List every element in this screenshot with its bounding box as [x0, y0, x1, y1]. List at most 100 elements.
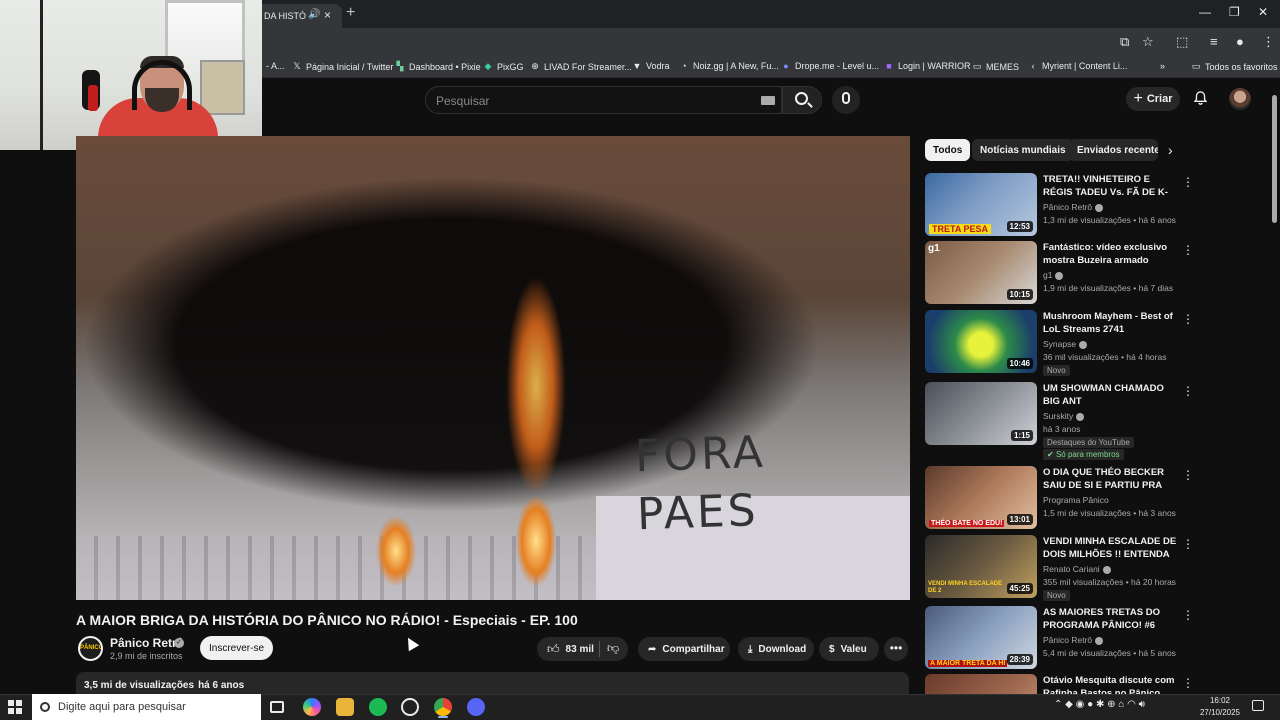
- recommendation-title[interactable]: VENDI MINHA ESCALADE DE DOIS MILHÕES !! …: [1043, 535, 1178, 561]
- system-tray[interactable]: ⌃ ◆ ◉ ● ✱ ⊕ ⌂ ◠ 🔊︎: [1054, 699, 1145, 710]
- video-thumbnail[interactable]: [925, 674, 1037, 694]
- bookmark-star-icon[interactable]: ☆: [1142, 34, 1154, 50]
- recommendation-menu-icon[interactable]: ⋮: [1182, 537, 1194, 551]
- video-thumbnail[interactable]: g1 10:15: [925, 241, 1037, 304]
- bookmark-item[interactable]: ‹ Myrient | Content Li...: [1028, 61, 1128, 71]
- chip-world-news[interactable]: Notícias mundiais: [972, 139, 1074, 161]
- recommendation-title[interactable]: TRETA!! VINHETEIRO E RÉGIS TADEU Vs. FÃ …: [1043, 173, 1178, 199]
- bookmark-item[interactable]: - A...: [266, 61, 285, 71]
- bookmark-item[interactable]: 𝕏 Página Inicial / Twitter: [292, 61, 393, 72]
- bookmark-item[interactable]: ▚ Dashboard • Pixie: [395, 61, 481, 72]
- recommendation-item[interactable]: 1:15 UM SHOWMAN CHAMADO BIG ANT Surskity…: [924, 382, 1194, 460]
- tray-app-icon[interactable]: ◆ ◉ ● ✱ ⊕ ⌂: [1065, 699, 1124, 710]
- video-thumbnail[interactable]: 1:15: [925, 382, 1037, 445]
- video-thumbnail[interactable]: A MAIOR TRETA DA HI 28:39: [925, 606, 1037, 669]
- chip-all[interactable]: Todos: [925, 139, 971, 161]
- bookmark-item[interactable]: ▼ Vodra: [632, 61, 670, 71]
- discord-icon[interactable]: [467, 698, 485, 716]
- obs-icon[interactable]: [401, 698, 419, 716]
- close-window-icon[interactable]: ✕: [1258, 5, 1268, 19]
- recommendation-channel[interactable]: Pânico Retrô: [1043, 202, 1104, 212]
- keyboard-icon[interactable]: [761, 96, 775, 105]
- scrollbar-thumb[interactable]: [1272, 95, 1277, 223]
- new-tab-button[interactable]: +: [346, 4, 355, 22]
- tab-close-icon[interactable]: ×: [324, 8, 331, 22]
- recommendation-item[interactable]: TRETA PESA 12:53 TRETA!! VINHETEIRO E RÉ…: [924, 173, 1194, 239]
- recommendation-menu-icon[interactable]: ⋮: [1182, 468, 1194, 482]
- video-thumbnail[interactable]: THÉO BATE NO EDU! 13:01: [925, 466, 1037, 529]
- install-app-icon[interactable]: ⧉: [1120, 34, 1129, 50]
- recommendation-menu-icon[interactable]: ⋮: [1182, 384, 1194, 398]
- recommendation-title[interactable]: Fantástico: vídeo exclusivo mostra Buzei…: [1043, 241, 1178, 267]
- recommendation-title[interactable]: Otávio Mesquita discute com Rafinha Bast…: [1043, 674, 1178, 694]
- recommendation-menu-icon[interactable]: ⋮: [1182, 676, 1194, 690]
- recommendation-item[interactable]: Otávio Mesquita discute com Rafinha Bast…: [924, 674, 1194, 694]
- video-thumbnail[interactable]: TRETA PESA 12:53: [925, 173, 1037, 236]
- thanks-button[interactable]: $ Valeu: [819, 637, 879, 661]
- recommendation-channel[interactable]: Programa Pânico: [1043, 495, 1109, 505]
- bookmark-item[interactable]: ◆ PixGG: [483, 61, 524, 72]
- bookmark-item[interactable]: ⊕ LIVAD For Streamer...: [530, 61, 632, 72]
- download-button[interactable]: ⤓ Download: [738, 637, 814, 661]
- channel-avatar[interactable]: PÂNICO: [78, 636, 103, 661]
- clock-date[interactable]: 27/10/2025: [1196, 708, 1244, 717]
- video-thumbnail[interactable]: VENDI MINHA ESCALADE DE 2 45:25: [925, 535, 1037, 598]
- recommendation-channel[interactable]: g1: [1043, 270, 1064, 280]
- recommendation-menu-icon[interactable]: ⋮: [1182, 312, 1194, 326]
- reading-list-icon[interactable]: ≡: [1210, 34, 1218, 49]
- spotify-icon[interactable]: [369, 698, 387, 716]
- bookmark-item[interactable]: ■ Login | WARRIOR: [884, 61, 970, 71]
- search-box[interactable]: [425, 86, 782, 114]
- recommendation-title[interactable]: O DIA QUE THÉO BECKER SAIU DE SI E PARTI…: [1043, 466, 1178, 492]
- minimize-window-icon[interactable]: —: [1199, 5, 1211, 19]
- recommendation-menu-icon[interactable]: ⋮: [1182, 243, 1194, 257]
- all-bookmarks-button[interactable]: ▭ Todos os favoritos: [1191, 61, 1278, 72]
- recommendation-channel[interactable]: Pânico Retrô: [1043, 635, 1104, 645]
- tab-audio-icon[interactable]: 🔊: [308, 9, 320, 20]
- volume-icon[interactable]: 🔊︎: [1139, 699, 1145, 710]
- bookmarks-overflow-icon[interactable]: »: [1160, 61, 1165, 71]
- recommendation-menu-icon[interactable]: ⋮: [1182, 175, 1194, 189]
- recommendation-channel[interactable]: Surskity: [1043, 411, 1085, 421]
- browser-menu-icon[interactable]: ⋮: [1262, 34, 1275, 50]
- wifi-icon[interactable]: ◠: [1127, 699, 1136, 710]
- tray-overflow-icon[interactable]: ⌃: [1054, 699, 1062, 710]
- recommendation-item[interactable]: VENDI MINHA ESCALADE DE 2 45:25 VENDI MI…: [924, 535, 1194, 601]
- recommendation-title[interactable]: Mushroom Mayhem - Best of LoL Streams 27…: [1043, 310, 1178, 336]
- profile-avatar-icon[interactable]: ●: [1236, 34, 1244, 49]
- recommendation-channel[interactable]: Renato Cariani: [1043, 564, 1111, 574]
- recommendation-item[interactable]: THÉO BATE NO EDU! 13:01 O DIA QUE THÉO B…: [924, 466, 1194, 532]
- task-view-icon[interactable]: [270, 701, 284, 713]
- notification-center-icon[interactable]: [1252, 700, 1264, 711]
- recommendation-channel[interactable]: Synapse: [1043, 339, 1088, 349]
- notifications-bell-icon[interactable]: [1193, 90, 1208, 106]
- more-actions-icon[interactable]: •••: [884, 637, 908, 661]
- copilot-icon[interactable]: [303, 698, 321, 716]
- restore-window-icon[interactable]: ❐: [1229, 5, 1240, 19]
- clock-time[interactable]: 16:02: [1200, 696, 1240, 705]
- chip-recently-uploaded[interactable]: Enviados recentem: [1069, 139, 1158, 161]
- extensions-icon[interactable]: ⬚: [1176, 34, 1188, 50]
- search-input[interactable]: [434, 91, 744, 111]
- chevron-right-icon[interactable]: ›: [1168, 142, 1173, 158]
- taskbar-search[interactable]: Digite aqui para pesquisar: [32, 694, 261, 720]
- windows-start-icon[interactable]: [8, 700, 22, 714]
- like-button[interactable]: 👍︎ 83 mil: [547, 642, 594, 657]
- bookmark-item[interactable]: ◔ Noiz.gg | A New, Fu...: [679, 61, 779, 71]
- recommendation-item[interactable]: 10:46 Mushroom Mayhem - Best of LoL Stre…: [924, 310, 1194, 376]
- recommendation-item[interactable]: g1 10:15 Fantástico: vídeo exclusivo mos…: [924, 241, 1194, 307]
- recommendation-title[interactable]: AS MAIORES TRETAS DO PROGRAMA PÂNICO! #6: [1043, 606, 1178, 632]
- video-thumbnail[interactable]: 10:46: [925, 310, 1037, 373]
- account-avatar[interactable]: [1229, 88, 1251, 110]
- recommendation-title[interactable]: UM SHOWMAN CHAMADO BIG ANT: [1043, 382, 1178, 408]
- video-frame[interactable]: FORA PAES: [76, 136, 910, 600]
- create-button[interactable]: + Criar: [1126, 87, 1180, 111]
- recommendation-item[interactable]: A MAIOR TRETA DA HI 28:39 AS MAIORES TRE…: [924, 606, 1194, 672]
- file-explorer-icon[interactable]: [336, 698, 354, 716]
- voice-search-button[interactable]: [832, 86, 860, 114]
- search-button[interactable]: [782, 86, 822, 114]
- share-button[interactable]: ➦ Compartilhar: [638, 637, 730, 661]
- bookmark-item[interactable]: ▭ MEMES: [972, 61, 1019, 72]
- thumbs-down-icon[interactable]: 👎︎: [607, 641, 619, 656]
- bookmark-item[interactable]: ● Drope.me - Level u...: [781, 61, 879, 71]
